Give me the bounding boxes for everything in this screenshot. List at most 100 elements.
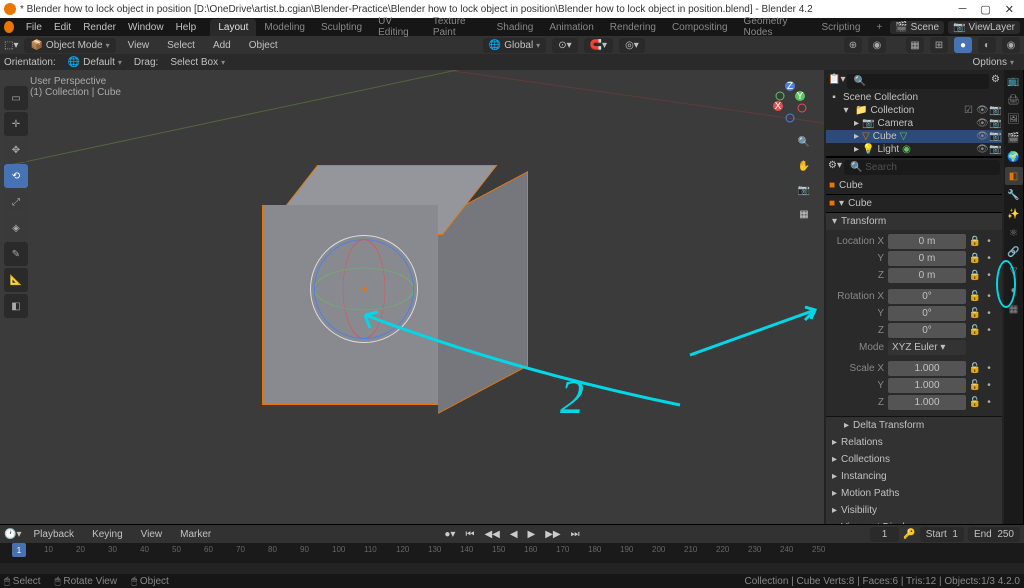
viewlayer-selector[interactable]: 📷 ViewLayer (948, 21, 1020, 34)
camera-gizmo[interactable]: 📷 (794, 180, 814, 200)
outliner-search[interactable]: 🔍 (847, 74, 989, 89)
tab-material[interactable]: ● (1005, 281, 1023, 299)
tab-viewlayer[interactable]: 🖼 (1005, 110, 1023, 128)
timeline-marker[interactable]: Marker (174, 527, 217, 542)
timeline-view[interactable]: View (135, 527, 169, 542)
orientation-dropdown[interactable]: 🌐 Default▾ (62, 55, 128, 70)
lock-scale-y[interactable]: 🔓 (968, 379, 982, 393)
lock-rotation-y[interactable]: 🔓 (968, 307, 982, 321)
rotation-y-field[interactable]: 0° (888, 306, 966, 321)
breadcrumb-data[interactable]: ■▾Cube (826, 195, 1002, 213)
outliner-collection[interactable]: ▾📁Collection ☑👁📷 (826, 104, 1002, 117)
menu-object[interactable]: Object (243, 38, 284, 53)
menu-select[interactable]: Select (161, 38, 201, 53)
location-x-field[interactable]: 0 m (888, 234, 966, 249)
panel-relations[interactable]: ▸Relations (826, 434, 1002, 451)
lock-scale-x[interactable]: 🔓 (968, 362, 982, 376)
location-z-field[interactable]: 0 m (888, 268, 966, 283)
tab-render[interactable]: 📺 (1005, 72, 1023, 90)
tab-geonodes[interactable]: Geometry Nodes (736, 13, 814, 41)
panel-delta-transform[interactable]: ▸Delta Transform (826, 417, 1002, 434)
tab-modeling[interactable]: Modeling (256, 19, 313, 36)
tab-world[interactable]: 🌍 (1005, 148, 1023, 166)
gizmo-toggle[interactable]: ⊕ (844, 37, 862, 53)
close-button[interactable]: ✕ (1005, 3, 1014, 16)
eye-icon[interactable]: 👁 (976, 131, 987, 142)
tab-output[interactable]: 🖨 (1005, 91, 1023, 109)
scale-x-field[interactable]: 1.000 (888, 361, 966, 376)
menu-file[interactable]: File (20, 20, 48, 35)
tab-data[interactable]: ▽ (1005, 262, 1023, 280)
jump-end[interactable]: ⏭ (567, 527, 584, 542)
menu-edit[interactable]: Edit (48, 20, 77, 35)
eye-icon[interactable]: 👁 (976, 118, 987, 129)
proportional-edit[interactable]: ◎▾ (619, 38, 645, 53)
rotation-mode-dropdown[interactable]: XYZ Euler ▾ (888, 340, 966, 355)
anim-scale-y[interactable]: • (982, 379, 996, 393)
tab-object[interactable]: ◧ (1005, 167, 1023, 185)
tab-texturepaint[interactable]: Texture Paint (425, 13, 489, 41)
panel-viewport-display[interactable]: ▸Viewport Display (826, 519, 1002, 524)
tab-modifiers[interactable]: 🔧 (1005, 186, 1023, 204)
scene-selector[interactable]: 🎬 Scene (890, 21, 944, 34)
tab-uvediting[interactable]: UV Editing (370, 13, 425, 41)
panel-collections[interactable]: ▸Collections (826, 451, 1002, 468)
tool-move[interactable]: ✥ (4, 138, 28, 162)
editor-type-icon[interactable]: ⬚▾ (4, 40, 18, 51)
lock-location-x[interactable]: 🔒 (968, 235, 982, 249)
lock-scale-z[interactable]: 🔓 (968, 396, 982, 410)
tab-sculpting[interactable]: Sculpting (313, 19, 370, 36)
location-y-field[interactable]: 0 m (888, 251, 966, 266)
tab-scene-props[interactable]: 🎬 (1005, 129, 1023, 147)
3d-viewport[interactable]: ✦ User Perspective (1) Collection | Cube… (0, 70, 824, 524)
anim-rotation-x[interactable]: • (982, 290, 996, 304)
panel-visibility[interactable]: ▸Visibility (826, 502, 1002, 519)
outliner-scene[interactable]: ▪Scene Collection (826, 91, 1002, 104)
tab-scripting[interactable]: Scripting (813, 19, 868, 36)
jump-start[interactable]: ⏮ (461, 527, 478, 542)
tab-texture[interactable]: ▦ (1005, 300, 1023, 318)
outliner-type-icon[interactable]: 📋▾ (828, 74, 845, 89)
anim-location-y[interactable]: • (982, 252, 996, 266)
shading-material[interactable]: ◐ (978, 37, 996, 53)
outliner-cube[interactable]: ▸▽Cube▽ 👁📷 (826, 130, 1002, 143)
anim-rotation-y[interactable]: • (982, 307, 996, 321)
persp-gizmo[interactable]: ▦ (794, 204, 814, 224)
filter-icon[interactable]: ⚙ (991, 74, 1000, 89)
lock-rotation-x[interactable]: 🔓 (968, 290, 982, 304)
tool-measure[interactable]: 📐 (4, 268, 28, 292)
eye-icon[interactable]: 👁 (976, 105, 987, 116)
timeline-type-icon[interactable]: 🕐▾ (4, 529, 21, 540)
timeline-keying[interactable]: Keying (86, 527, 129, 542)
render-icon[interactable]: 📷 (989, 105, 1000, 116)
panel-motion-paths[interactable]: ▸Motion Paths (826, 485, 1002, 502)
transform-orient[interactable]: 🌐 Global ▾ (483, 38, 546, 53)
prev-keyframe[interactable]: ◀◀ (480, 527, 503, 542)
xray-toggle[interactable]: ▦ (906, 37, 924, 53)
pan-gizmo[interactable]: ✋ (794, 156, 814, 176)
tab-particles[interactable]: ✨ (1005, 205, 1023, 223)
render-icon[interactable]: 📷 (989, 144, 1000, 155)
current-frame[interactable]: 1 (870, 527, 900, 542)
menu-help[interactable]: Help (170, 20, 203, 35)
panel-instancing[interactable]: ▸Instancing (826, 468, 1002, 485)
orientation-gizmo[interactable]: Y Z X (766, 78, 814, 126)
mode-dropdown[interactable]: 📦 Object Mode ▾ (24, 38, 115, 53)
drag-dropdown[interactable]: Select Box▾ (164, 55, 231, 70)
play[interactable]: ▶ (524, 527, 540, 542)
tab-shading[interactable]: Shading (489, 19, 542, 36)
next-keyframe[interactable]: ▶▶ (541, 527, 564, 542)
menu-window[interactable]: Window (122, 20, 170, 35)
scale-y-field[interactable]: 1.000 (888, 378, 966, 393)
end-frame[interactable]: End 250 (968, 527, 1020, 542)
overlay-toggle[interactable]: ◉ (868, 37, 886, 53)
tool-select[interactable]: ▭ (4, 86, 28, 110)
shading-rendered[interactable]: ◉ (1002, 37, 1020, 53)
panel-transform-header[interactable]: ▾Transform (826, 213, 1002, 230)
scale-z-field[interactable]: 1.000 (888, 395, 966, 410)
outliner-light[interactable]: ▸💡Light◉ 👁📷 (826, 143, 1002, 156)
lock-rotation-z[interactable]: 🔓 (968, 324, 982, 338)
lock-location-y[interactable]: 🔒 (968, 252, 982, 266)
rotation-x-field[interactable]: 0° (888, 289, 966, 304)
eye-icon[interactable]: 👁 (976, 144, 987, 155)
